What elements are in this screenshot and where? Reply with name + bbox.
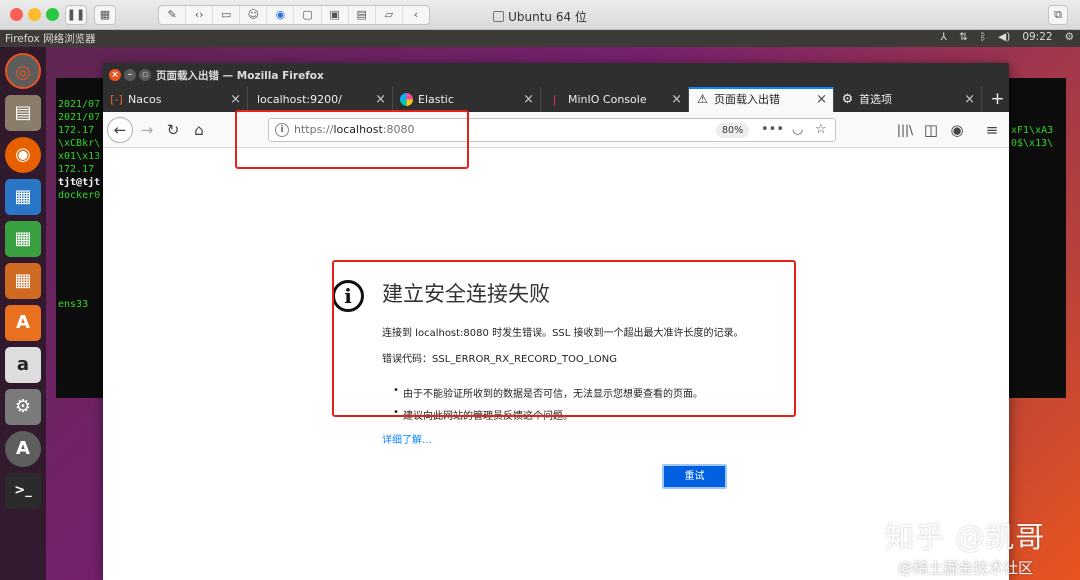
nacos-icon: [-] [110, 93, 123, 106]
volume-icon[interactable]: ◀) [998, 31, 1010, 43]
reload-button[interactable]: ↻ [161, 118, 185, 142]
files-icon[interactable]: ▤ [5, 95, 41, 131]
terminal-line: 172.17 [58, 164, 95, 175]
new-tab-button[interactable]: + [986, 87, 1009, 112]
account-icon[interactable]: ◉ [945, 118, 969, 142]
firefox-titlebar: × – ▫ 页面载入出错 — Mozilla Firefox [103, 63, 1009, 87]
panel-indicators: ⅄ ⇅ ᛒ ◀) 09:22 ⚙ [941, 31, 1074, 43]
network-icon[interactable]: ⇅ [959, 31, 968, 43]
zoom-level-badge[interactable]: 80% [716, 123, 750, 138]
tab-nacos[interactable]: [-] Nacos × [103, 87, 248, 112]
maximize-icon[interactable]: ▫ [139, 69, 151, 81]
tab-bar: [-] Nacos × localhost:9200/ × Elastic × … [103, 87, 1009, 112]
system-settings-icon[interactable]: ⚙ [5, 389, 41, 425]
bluetooth-icon[interactable]: ᛒ [980, 31, 986, 43]
close-tab-icon[interactable]: × [964, 87, 975, 112]
ubuntu-top-panel: Firefox 网络浏览器 ⅄ ⇅ ᛒ ◀) 09:22 ⚙ [0, 30, 1080, 47]
terminal-line: docker0 [58, 190, 101, 201]
minimize-icon[interactable]: – [124, 69, 136, 81]
library-icon[interactable]: |||\ [893, 118, 917, 142]
page-actions-icon[interactable]: ••• [761, 121, 784, 139]
calc-icon[interactable]: ▦ [5, 221, 41, 257]
ubuntu-dash-icon[interactable]: ◎ [5, 53, 41, 89]
ubuntu-launcher: ◎ ▤ ◉ ▦ ▦ ▦ A a ⚙ A >_ [0, 47, 46, 580]
clock[interactable]: 09:22 [1022, 31, 1052, 43]
terminal-line: tjt@tjt [58, 177, 101, 188]
pocket-icon[interactable]: ◡ [792, 121, 803, 139]
url-annotation-box [235, 110, 469, 169]
writer-icon[interactable]: ▦ [5, 179, 41, 215]
bookmark-star-icon[interactable]: ☆ [815, 121, 827, 139]
error-annotation-box [332, 260, 796, 417]
software-center-icon[interactable]: A [5, 305, 41, 341]
close-tab-icon[interactable]: × [375, 87, 386, 112]
close-tab-icon[interactable]: × [671, 87, 682, 112]
tab-localhost-9200[interactable]: localhost:9200/ × [248, 87, 393, 112]
watermark-zhihu: 知乎 @凯哥 [885, 520, 1046, 554]
input-method-icon[interactable]: ⅄ [941, 31, 947, 43]
terminal-line: \xCBkr\ [58, 138, 101, 149]
window-title: 页面载入出错 — Mozilla Firefox [156, 70, 324, 82]
impress-icon[interactable]: ▦ [5, 263, 41, 299]
close-icon[interactable]: × [109, 69, 121, 81]
terminal-line: ens33 [58, 299, 89, 310]
watermark-juejin: @稀土掘金技术社区 [898, 559, 1034, 577]
close-tab-icon[interactable]: × [230, 87, 241, 112]
gear-icon: ⚙ [841, 92, 854, 107]
firefox-icon[interactable]: ◉ [5, 137, 41, 173]
back-button[interactable]: ← [107, 117, 133, 143]
warning-icon: ⚠ [697, 92, 708, 106]
software-updater-icon[interactable]: A [5, 431, 41, 467]
learn-more-link[interactable]: 详细了解… [382, 431, 432, 446]
terminal-icon[interactable]: >_ [5, 473, 41, 509]
home-button[interactable]: ⌂ [187, 118, 211, 142]
close-tab-icon[interactable]: × [523, 87, 534, 112]
terminal-line: 172.17 [58, 125, 95, 136]
window-icon [493, 11, 505, 22]
tab-page-load-error[interactable]: ⚠ 页面载入出错 × [689, 87, 834, 112]
terminal-line: 2021/07 [58, 99, 101, 110]
amazon-icon[interactable]: a [5, 347, 41, 383]
tab-preferences[interactable]: ⚙ 首选项 × [834, 87, 982, 112]
fullscreen-icon[interactable]: ⧉ [1048, 5, 1068, 25]
try-again-button[interactable]: 重试 [662, 464, 727, 489]
forward-button[interactable]: → [135, 118, 159, 142]
power-icon[interactable]: ⚙ [1065, 31, 1074, 43]
tab-minio-console[interactable]: | MinIO Console × [541, 87, 689, 112]
terminal-line: 2021/07 [58, 112, 101, 123]
minio-icon: | [552, 93, 557, 106]
terminal-line: 0$\x13\ [1011, 138, 1054, 149]
elastic-icon [400, 93, 413, 106]
active-app-name: Firefox 网络浏览器 [5, 33, 96, 45]
terminal-line: x01\x13 [58, 151, 101, 162]
vm-titlebar: ❚❚ ▦ ✎ ‹› ▭ ☺ ◉ ▢ ▣ ▤ ▱ ‹ Ubuntu 64 位 ⧉ [0, 0, 1080, 30]
sidebar-icon[interactable]: ◫ [919, 118, 943, 142]
close-tab-icon[interactable]: × [816, 87, 827, 112]
terminal-line: xF1\xA3 [1011, 125, 1054, 136]
tab-elastic[interactable]: Elastic × [393, 87, 541, 112]
menu-icon[interactable]: ≡ [980, 118, 1004, 142]
vm-title: Ubuntu 64 位 [0, 8, 1080, 25]
